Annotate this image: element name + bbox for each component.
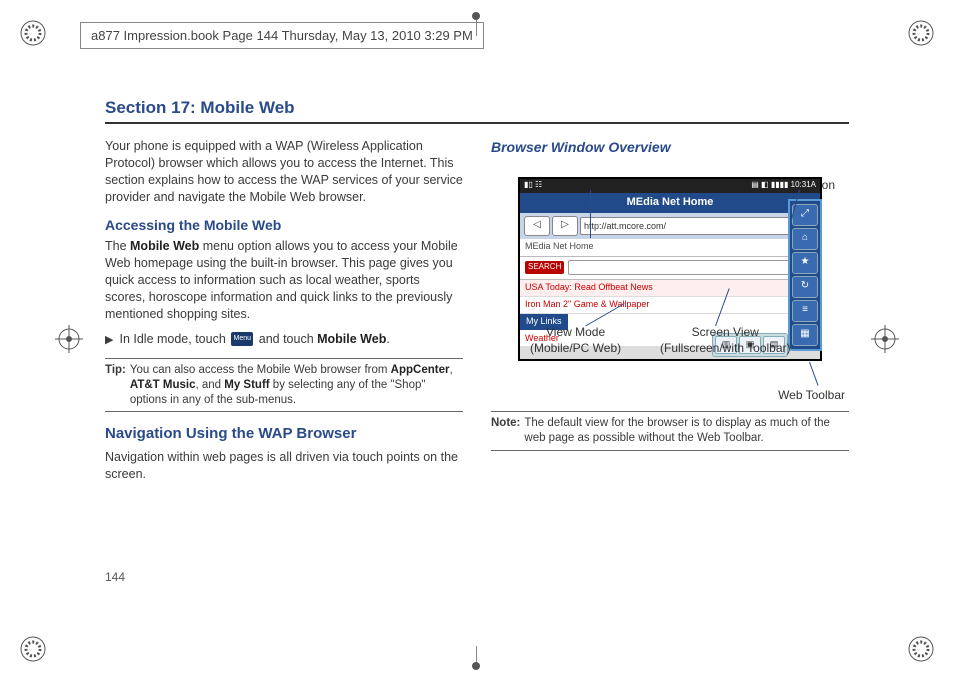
bullet-arrow-icon: ▶ [105,333,113,348]
status-bar: ▮▯ ☷ ▤ ◧ ▮▮▮▮ 10:31A [520,179,820,193]
accessing-paragraph: The Mobile Web menu option allows you to… [105,238,463,322]
status-left: ▮▯ ☷ [524,180,542,191]
tool-close-icon[interactable]: ▦ [792,324,818,346]
label-view-mode: View Mode (Mobile/PC Web) [530,324,621,356]
text: and touch [255,332,317,346]
text: (Fullscreen/with Toolbar) [660,341,791,355]
search-button[interactable]: SEARCH [525,261,564,274]
tool-reload-icon[interactable]: ↻ [792,276,818,298]
callout-line [809,362,818,386]
label-web-toolbar: Web Toolbar [778,387,845,403]
bold-text: Mobile Web [130,239,199,253]
label-screen-view: Screen View (Fullscreen/with Toolbar) [660,324,791,356]
dot-icon [472,662,480,670]
tool-bookmark-icon[interactable]: ★ [792,252,818,274]
status-right: ▤ ◧ ▮▮▮▮ 10:31A [751,180,816,191]
link-usa-today[interactable]: USA Today: Read Offbeat News [520,280,820,297]
document-meta: a877 Impression.book Page 144 Thursday, … [80,22,484,49]
url-row: ◁ ▷ http://att.mcore.com/ [520,213,820,239]
crop-mark-icon [906,634,936,664]
tip-box: Tip: You can also access the Mobile Web … [105,358,463,413]
bold-text: Mobile Web [317,332,386,346]
text: , and [195,379,224,391]
crop-mark-icon [906,18,936,48]
menu-button-icon: Menu [231,332,253,346]
bullet-text: In Idle mode, touch Menu and touch Mobil… [119,331,389,348]
search-row: SEARCH Y! [520,257,820,280]
note-box: Note: The default view for the browser i… [491,411,849,451]
tool-magnify-icon[interactable]: ⤢ [792,204,818,226]
text: , [449,364,452,376]
navigation-paragraph: Navigation within web pages is all drive… [105,449,463,483]
crop-mark-icon [18,18,48,48]
right-column: Browser Window Overview Navigation Toolb… [491,138,849,490]
text: Screen View [692,325,759,339]
crop-mark-icon [18,634,48,664]
url-field[interactable]: http://att.mcore.com/ [580,217,816,235]
dot-icon [472,12,480,20]
tool-home-icon[interactable]: ⌂ [792,228,818,250]
callout-line [590,190,591,238]
tool-menu-icon[interactable]: ≡ [792,300,818,322]
page-frame: Section 17: Mobile Web Your phone is equ… [75,58,879,624]
text: . [386,332,389,346]
web-toolbar-panel: ⤢ ⌂ ★ ↻ ≡ ▦ [788,199,822,351]
tip-text: You can also access the Mobile Web brows… [130,363,463,408]
text: You can also access the Mobile Web brows… [130,364,391,376]
heading-browser-overview: Browser Window Overview [491,138,849,157]
back-button[interactable]: ◁ [524,216,550,236]
forward-button[interactable]: ▷ [552,216,578,236]
left-column: Your phone is equipped with a WAP (Wirel… [105,138,463,490]
page-number: 144 [105,570,125,584]
text: The [105,239,130,253]
tip-label: Tip: [105,363,126,408]
site-name-row: MEdia Net Home [520,239,820,257]
intro-paragraph: Your phone is equipped with a WAP (Wirel… [105,138,463,206]
browser-diagram: Navigation Toolbar Magnification ▮▯ ☷ ▤ … [500,177,840,361]
text: View Mode [546,325,605,339]
bold-text: My Stuff [224,379,269,391]
heading-accessing: Accessing the Mobile Web [105,216,463,235]
note-text: The default view for the browser is to d… [524,416,849,446]
section-title: Section 17: Mobile Web [105,98,849,118]
heading-navigation: Navigation Using the WAP Browser [105,424,463,444]
section-rule [105,122,849,124]
text: In Idle mode, touch [119,332,229,346]
instruction-bullet: ▶ In Idle mode, touch Menu and touch Mob… [105,331,463,348]
bold-text: AT&T Music [130,379,196,391]
text: (Mobile/PC Web) [530,341,621,355]
browser-title-bar: MEdia Net Home [520,193,820,213]
note-label: Note: [491,416,520,446]
search-input[interactable] [568,260,800,275]
bold-text: AppCenter [391,364,450,376]
link-ironman[interactable]: Iron Man 2" Game & Wallpaper [520,297,820,314]
